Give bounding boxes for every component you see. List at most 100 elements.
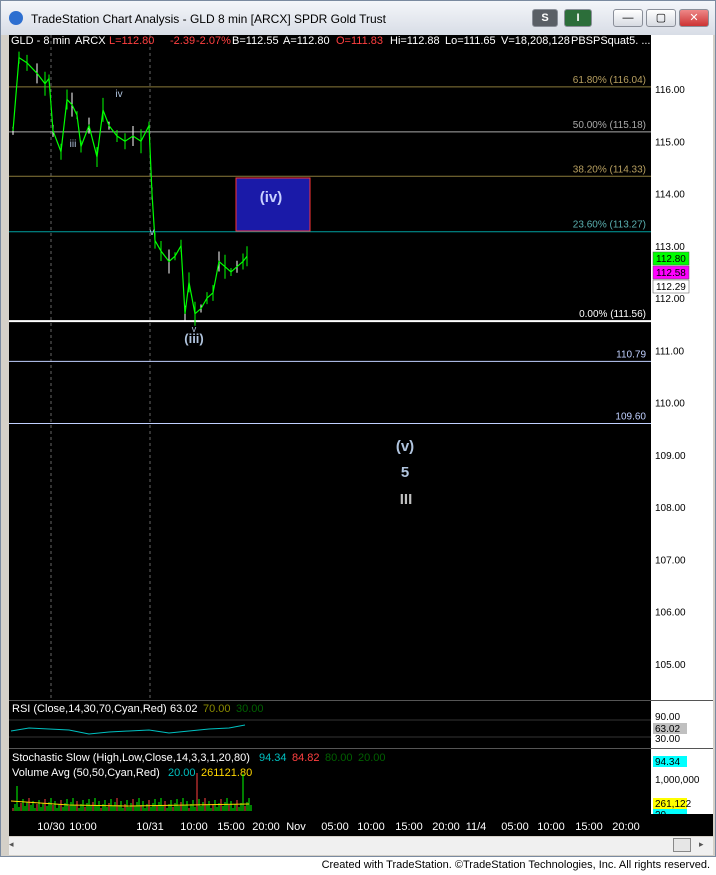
time-axis-label: 05:00 <box>501 821 529 833</box>
price-axis-label: 106.00 <box>655 608 686 619</box>
last-text: L=112.80 <box>109 35 154 47</box>
time-axis-label: 20:00 <box>432 821 460 833</box>
rsi-axis-30: 30.00 <box>655 734 680 745</box>
minimize-button[interactable]: — <box>613 9 643 27</box>
time-axis-label: 10:00 <box>537 821 565 833</box>
time-axis-label: 10:00 <box>180 821 208 833</box>
stoch-ob: 80.00 <box>325 752 353 764</box>
wave-small-iii-label: iii <box>70 139 77 150</box>
time-axis-label: 05:00 <box>321 821 349 833</box>
time-axis-label: 10:00 <box>69 821 97 833</box>
time-axis-corner <box>651 814 713 836</box>
ask-text: A=112.80 <box>283 35 330 47</box>
fib-level-label: 109.60 <box>615 412 646 423</box>
price-axis-label: 113.00 <box>655 242 685 253</box>
volume-label: Volume Avg (50,50,Cyan,Red) <box>12 767 160 779</box>
volume-v2: 261121.80 <box>201 767 252 779</box>
open-text: O=111.83 <box>336 35 383 47</box>
price-tag: 112.29 <box>656 282 686 293</box>
exchange-text: ARCX <box>75 35 106 47</box>
stoch-k: 94.34 <box>259 752 287 764</box>
wave-5-label: 5 <box>401 464 409 481</box>
scroll-left-icon[interactable]: ◂ <box>9 839 21 852</box>
scroll-right-icon[interactable]: ▸ <box>699 839 711 852</box>
tradestation-icon <box>9 11 23 25</box>
time-axis[interactable]: 10/30 10:00 10/31 10:00 15:00 20:00 Nov 05:00 10… <box>9 814 651 836</box>
price-axis-label: 108.00 <box>655 503 686 514</box>
price-axis-label: 105.00 <box>655 660 686 671</box>
bid-text: B=112.55 <box>232 35 279 47</box>
fib-level-label: 50.00% (115.18) <box>573 120 646 131</box>
price-axis-label: 112.00 <box>655 294 685 305</box>
wave-small-v2-label: v <box>192 324 197 334</box>
rsi-header: RSI (Close,14,30,70,Cyan,Red) 63.02 70.0… <box>12 703 264 715</box>
rsi-ob: 70.00 <box>203 703 231 715</box>
time-axis-label: 10/30 <box>37 821 65 833</box>
low-text: Lo=111.65 <box>445 35 496 47</box>
change-text: -2.39 <box>170 35 195 47</box>
pct-text: -2.07% <box>196 35 231 47</box>
price-axis-label: 109.00 <box>655 451 686 462</box>
close-button[interactable]: ✕ <box>679 9 709 27</box>
stoch-d: 84.82 <box>292 752 320 764</box>
price-axis-label: 111.00 <box>655 346 685 357</box>
time-axis-label: 20:00 <box>612 821 640 833</box>
volume-axis-label: 1,000,000 <box>655 775 700 786</box>
price-chart[interactable]: 61.80% (116.04) 50.00% (115.18) 38.20% (11… <box>9 35 651 700</box>
footer: Created with TradeStation. ©TradeStation… <box>0 859 716 875</box>
volume-v1: 20.00 <box>168 767 196 779</box>
wave-v-label: (v) <box>396 438 414 455</box>
stoch-volume-axis: 94.34 1,000,000 261,122 20 <box>651 748 713 821</box>
time-axis-label: 10:00 <box>357 821 385 833</box>
volume-header: Volume Avg (50,50,Cyan,Red) 20.00 261121… <box>12 767 252 779</box>
stoch-os: 20.00 <box>358 752 386 764</box>
maximize-button[interactable]: ▢ <box>646 9 676 27</box>
time-axis-label: 10/31 <box>136 821 164 833</box>
fib-level-label: 0.00% (111.56) <box>579 309 646 320</box>
wave-iv-label: (iv) <box>260 189 283 206</box>
rsi-axis: 90.00 63.02 30.00 <box>651 700 713 748</box>
indicator-button[interactable]: I <box>564 9 592 27</box>
fib-level-label: 38.20% (114.33) <box>573 164 646 175</box>
price-axis-label: 110.00 <box>655 399 685 410</box>
rsi-axis-90: 90.00 <box>655 712 680 723</box>
time-axis-label: 15:00 <box>217 821 245 833</box>
time-axis-label: 15:00 <box>395 821 423 833</box>
price-line <box>12 56 248 315</box>
stoch-label: Stochastic Slow (High,Low,Close,14,3,3,1… <box>12 752 250 764</box>
price-axis-label: 116.00 <box>655 85 685 96</box>
rsi-label: RSI (Close,14,30,70,Cyan,Red) <box>12 703 167 715</box>
rsi-value: 63.02 <box>170 703 198 715</box>
fib-level-label: 23.60% (113.27) <box>573 220 646 231</box>
title-bar[interactable]: TradeStation Chart Analysis - GLD 8 min … <box>1 1 715 35</box>
wave-iii-roman-label: III <box>400 491 413 508</box>
time-axis-label: 11/4 <box>466 821 487 833</box>
price-axis-label: 114.00 <box>655 190 685 201</box>
time-axis-label: 20:00 <box>252 821 280 833</box>
volume-text: V=18,208,128 <box>501 35 570 47</box>
copyright-text: Created with TradeStation. ©TradeStation… <box>321 859 710 871</box>
rsi-os: 30.00 <box>236 703 264 715</box>
chart-header: GLD - 8 min ARCX L=112.80 -2.39 -2.07% B… <box>11 35 651 47</box>
price-tag: 112.58 <box>656 268 686 279</box>
price-tag: 112.80 <box>656 254 686 265</box>
price-axis[interactable]: 116.00 115.00 114.00 113.00 112.00 111.00 110.… <box>651 35 713 700</box>
wave-small-iv-label: iv <box>115 89 122 100</box>
scroll-thumb[interactable] <box>673 838 691 852</box>
window-title: TradeStation Chart Analysis - GLD 8 min … <box>31 12 387 26</box>
horizontal-scrollbar[interactable]: ◂ ▸ <box>9 837 713 855</box>
strategy-button[interactable]: S <box>532 9 558 27</box>
time-axis-label: 15:00 <box>575 821 603 833</box>
fib-level-label: 61.80% (116.04) <box>573 75 646 86</box>
price-plot[interactable]: 61.80% (116.04) 50.00% (115.18) 38.20% (11… <box>9 35 651 700</box>
chart-window: TradeStation Chart Analysis - GLD 8 min … <box>0 0 716 857</box>
volume-tag1: 261,122 <box>655 799 692 810</box>
price-axis-label: 115.00 <box>655 137 685 148</box>
price-axis-label: 107.00 <box>655 555 686 566</box>
stochastic-volume-panel[interactable]: Stochastic Slow (High,Low,Close,14,3,3,1… <box>9 748 651 814</box>
wave-small-v-label: v <box>150 227 155 238</box>
rsi-line <box>10 724 246 735</box>
rsi-panel[interactable]: RSI (Close,14,30,70,Cyan,Red) 63.02 70.0… <box>9 700 651 748</box>
stoch-header: Stochastic Slow (High,Low,Close,14,3,3,1… <box>12 752 386 764</box>
fib-level-label: 110.79 <box>616 349 646 360</box>
